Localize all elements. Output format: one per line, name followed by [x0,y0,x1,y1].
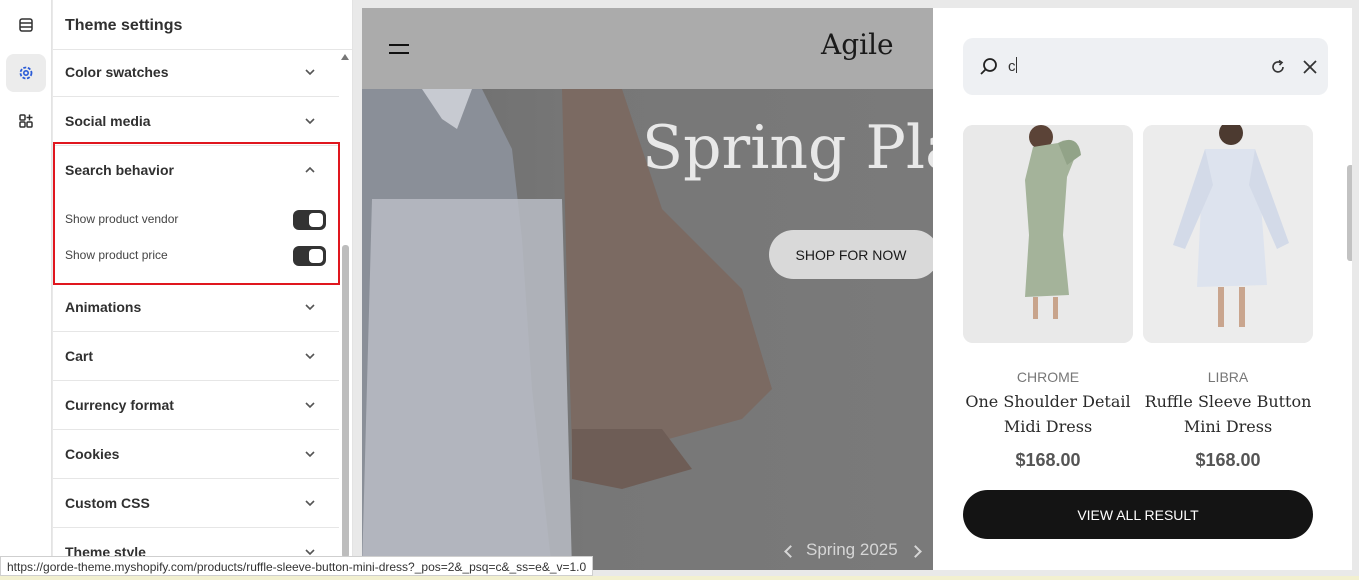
product-name-line: Mini Dress [1183,417,1273,436]
menu-icon[interactable] [389,44,409,54]
product-image[interactable] [963,125,1133,343]
dress-image [1143,125,1313,343]
section-cart[interactable]: Cart [53,332,339,381]
bottom-strip [0,576,1359,580]
settings-panel: Theme settings Color swatches Social med… [53,0,353,580]
section-label: Search behavior [65,162,174,178]
section-animations[interactable]: Animations [53,283,339,332]
product-card[interactable]: CHROME One Shoulder Detail Midi Dress $1… [963,125,1133,471]
section-social-media[interactable]: Social media [53,97,339,146]
panel-title: Theme settings [65,17,183,34]
store-logo[interactable]: Agile [821,28,894,61]
product-name-line: Ruffle Sleeve Button [1144,392,1312,411]
product-name[interactable]: Ruffle Sleeve Button Mini Dress [1143,389,1313,439]
chevron-down-icon [305,304,315,311]
search-input[interactable]: c [963,38,1328,95]
apps-button[interactable] [6,102,46,140]
close-icon[interactable] [1302,59,1318,75]
show-vendor-toggle[interactable] [293,210,326,230]
section-cookies[interactable]: Cookies [53,430,339,479]
section-label: Custom CSS [65,495,150,511]
scroll-up-arrow[interactable] [341,54,349,60]
drawer-scrollbar[interactable] [1347,165,1352,261]
chevron-down-icon [305,69,315,76]
section-label: Currency format [65,397,174,413]
section-custom-css[interactable]: Custom CSS [53,479,339,528]
chevron-down-icon [305,402,315,409]
hero-banner: Spring Pla SHOP FOR NOW Spring 2025 [362,89,933,570]
search-query: c [1008,57,1017,75]
section-label: Cookies [65,446,120,462]
storefront: Agile Spring Pla SHOP FOR NOW Spring 202… [362,8,933,570]
chevron-down-icon [305,118,315,125]
product-price: $168.00 [1015,450,1081,470]
refresh-icon[interactable] [1269,58,1287,76]
theme-editor: Theme settings Color swatches Social med… [0,0,1359,580]
store-header: Agile [362,8,933,89]
apps-icon [19,114,33,128]
product-name-line: Midi Dress [1003,417,1093,436]
chevron-down-icon [305,500,315,507]
theme-settings-button[interactable] [6,54,46,92]
search-drawer: c CHROME One Shoulder Detail Midi Dress … [933,8,1352,570]
section-label: Animations [65,299,142,315]
view-all-results-button[interactable]: VIEW ALL RESULT [963,490,1313,539]
status-url: https://gorde-theme.myshopify.com/produc… [0,556,594,576]
panel-header: Theme settings [53,0,352,50]
section-label: Social media [65,113,151,129]
hero-title: Spring Pla [642,113,933,183]
product-name-line: One Shoulder Detail [965,392,1131,411]
store-preview: Agile Spring Pla SHOP FOR NOW Spring 202… [362,8,1352,570]
panel-scrollbar[interactable] [342,245,349,558]
section-search-behavior[interactable]: Search behavior [53,146,339,195]
product-image[interactable] [1143,125,1313,343]
icon-rail [0,0,52,580]
product-card[interactable]: LIBRA Ruffle Sleeve Button Mini Dress $1… [1143,125,1313,471]
section-currency-format[interactable]: Currency format [53,381,339,430]
toggle-knob [309,249,323,263]
show-vendor-label: Show product vendor [65,212,179,226]
shop-now-button[interactable]: SHOP FOR NOW [769,230,933,279]
product-vendor: LIBRA [1207,369,1249,385]
product-price: $168.00 [1195,450,1261,470]
product-vendor: CHROME [1016,369,1080,385]
section-label: Cart [65,348,94,364]
sections-button[interactable] [6,6,46,44]
slide-label: Spring 2025 [806,540,898,559]
chevron-down-icon [305,451,315,458]
gear-icon [19,66,33,80]
dress-image [963,125,1133,343]
chevron-up-icon [305,166,315,173]
toggle-knob [309,213,323,227]
show-price-label: Show product price [65,248,168,262]
section-color-swatches[interactable]: Color swatches [53,48,339,97]
sections-icon [19,18,33,32]
search-icon [980,58,997,75]
product-name[interactable]: One Shoulder Detail Midi Dress [963,389,1133,439]
show-price-toggle[interactable] [293,246,326,266]
section-label: Color swatches [65,64,169,80]
chevron-down-icon [305,353,315,360]
